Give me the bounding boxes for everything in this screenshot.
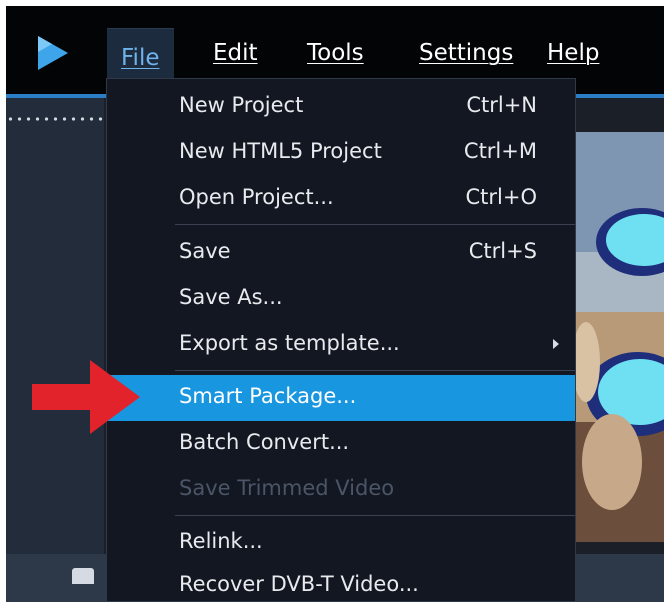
red-arrow-icon [32, 360, 140, 434]
file-menu-dropdown: New Project Ctrl+N New HTML5 Project Ctr… [106, 78, 576, 602]
menu-item-recover-dvb-t-video[interactable]: Recover DVB-T Video... [107, 563, 575, 602]
menu-item-batch-convert[interactable]: Batch Convert... [107, 421, 575, 467]
menu-tools[interactable]: Tools [307, 40, 364, 66]
menu-item-label: Batch Convert... [179, 430, 350, 454]
app-window: File Edit Tools Settings Help New Projec… [6, 6, 664, 602]
menu-item-label: Relink... [179, 529, 263, 553]
menu-item-save-trimmed-video: Save Trimmed Video [107, 467, 575, 513]
menu-item-label: New Project [179, 93, 304, 117]
menu-item-label: Save [179, 239, 231, 263]
menu-item-save-as[interactable]: Save As... [107, 276, 575, 322]
menu-item-shortcut: Ctrl+O [465, 185, 538, 209]
timeline-marker-icon[interactable] [72, 568, 94, 584]
menu-item-save[interactable]: Save Ctrl+S [107, 230, 575, 276]
menu-item-label: Save Trimmed Video [179, 476, 395, 500]
menu-divider [175, 224, 575, 225]
menu-item-open-project[interactable]: Open Project... Ctrl+O [107, 176, 575, 222]
menu-item-shortcut: Ctrl+N [466, 93, 537, 117]
video-preview-thumbnail [572, 132, 664, 542]
menu-edit[interactable]: Edit [213, 40, 258, 66]
menu-item-shortcut: Ctrl+S [468, 239, 537, 263]
menu-item-label: Smart Package... [179, 384, 357, 408]
menu-item-new-project[interactable]: New Project Ctrl+N [107, 84, 575, 130]
preview-artwork [572, 132, 664, 542]
submenu-arrow-icon [553, 339, 559, 349]
menu-divider [175, 515, 575, 516]
menu-item-export-as-template[interactable]: Export as template... [107, 322, 575, 368]
menu-divider [175, 370, 575, 371]
menu-item-label: Open Project... [179, 185, 334, 209]
menu-item-label: Recover DVB-T Video... [179, 572, 419, 596]
menu-item-label: New HTML5 Project [179, 139, 382, 163]
menu-settings[interactable]: Settings [419, 40, 513, 66]
menu-item-label: Export as template... [179, 331, 400, 355]
menu-item-smart-package[interactable]: Smart Package... [107, 375, 575, 421]
menu-item-new-html5-project[interactable]: New HTML5 Project Ctrl+M [107, 130, 575, 176]
panel-grip[interactable] [6, 115, 104, 123]
menu-help[interactable]: Help [547, 40, 599, 66]
app-logo-icon [38, 36, 68, 70]
menu-item-label: Save As... [179, 285, 283, 309]
library-panel [6, 98, 104, 602]
menu-item-shortcut: Ctrl+M [463, 139, 537, 163]
menu-item-relink[interactable]: Relink... [107, 520, 575, 566]
